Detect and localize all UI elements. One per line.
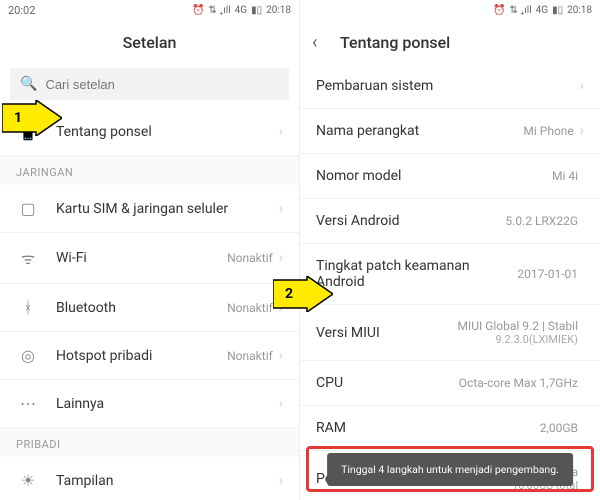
more-icon: ⋯ <box>16 394 40 413</box>
search-bar[interactable]: 🔍 <box>10 68 289 100</box>
status-icons: ⏰ ⇅ ₊ıll 4G ▮▯ 20:18 <box>493 5 592 16</box>
callout-number: 1 <box>14 110 22 126</box>
row-miui-version[interactable]: Versi MIUI MIUI Global 9.2 | Stabil 9.2.… <box>300 305 600 361</box>
header-right: ‹ Tentang ponsel <box>300 20 600 64</box>
value: MIUI Global 9.2 | Stabil 9.2.3.0(LXIMIEK… <box>457 319 578 346</box>
value: Octa-core Max 1,7GHz <box>459 376 578 390</box>
callout-arrow-2: 2 <box>273 276 333 312</box>
battery-icon: ▮▯ <box>552 5 563 16</box>
label: Tentang ponsel <box>56 124 279 140</box>
row-security-patch[interactable]: Tingkat patch keamanan Android 2017-01-0… <box>300 244 600 305</box>
value: Mi 4i <box>552 169 578 183</box>
search-icon: 🔍 <box>20 76 37 92</box>
chevron-right-icon: › <box>279 396 283 412</box>
time: 20:02 <box>8 4 35 17</box>
label: Tampilan <box>56 473 279 489</box>
label: Tingkat patch keamanan Android <box>316 258 517 290</box>
row-system-update[interactable]: Pembaruan sistem › <box>300 64 600 109</box>
label: Versi MIUI <box>316 325 457 341</box>
label: Hotspot pribadi <box>56 348 227 364</box>
status-icons: ⏰ ⇅ ₊ıll 4G ▮▯ 20:18 <box>192 5 291 16</box>
row-wifi[interactable]: ᯤ Wi-Fi Nonaktif › <box>0 233 299 284</box>
value: 2017-01-01 <box>517 267 578 281</box>
page-title: Setelan <box>12 33 287 52</box>
bluetooth-icon: ᚼ <box>16 298 40 317</box>
row-display[interactable]: ☀ Tampilan › <box>0 457 299 500</box>
alarm-icon: ⏰ <box>493 5 505 16</box>
callout-number: 2 <box>285 286 293 302</box>
signal-icon: ⇅ ₊ıll <box>208 5 230 16</box>
row-hotspot[interactable]: ◎ Hotspot pribadi Nonaktif › <box>0 332 299 380</box>
clock: 20:18 <box>266 5 291 16</box>
row-bluetooth[interactable]: ᚼ Bluetooth Nonaktif › <box>0 284 299 332</box>
chevron-right-icon: › <box>580 123 584 139</box>
row-ram[interactable]: RAM 2,00GB <box>300 406 600 451</box>
chevron-right-icon: › <box>279 348 283 364</box>
label: Nomor model <box>316 168 552 184</box>
chevron-right-icon: › <box>580 78 584 94</box>
row-device-name[interactable]: Nama perangkat Mi Phone › <box>300 109 600 154</box>
back-button[interactable]: ‹ <box>312 32 332 53</box>
row-sim[interactable]: ▢ Kartu SIM & jaringan seluler › <box>0 185 299 233</box>
label: Wi-Fi <box>56 250 227 266</box>
hotspot-icon: ◎ <box>16 346 40 365</box>
value-main: MIUI Global 9.2 | Stabil <box>457 319 578 333</box>
header-left: Setelan <box>0 20 299 64</box>
signal-icon: ⇅ ₊ıll <box>509 5 531 16</box>
wifi-icon: ᯤ <box>16 247 40 269</box>
label: Versi Android <box>316 213 505 229</box>
page-title: Tentang ponsel <box>332 33 588 52</box>
phone-right: ⏰ ⇅ ₊ıll 4G ▮▯ 20:18 ‹ Tentang ponsel Pe… <box>300 0 600 500</box>
phone-left: 20:02 ⏰ ⇅ ₊ıll 4G ▮▯ 20:18 Setelan 🔍 📱 T… <box>0 0 300 500</box>
value: Nonaktif <box>227 251 273 265</box>
label: Kartu SIM & jaringan seluler <box>56 201 279 217</box>
row-cpu[interactable]: CPU Octa-core Max 1,7GHz <box>300 361 600 406</box>
search-input[interactable] <box>45 77 279 92</box>
chevron-right-icon: › <box>279 124 283 140</box>
value: Nonaktif <box>227 301 273 315</box>
display-icon: ☀ <box>16 471 40 490</box>
net-label: 4G <box>536 5 548 16</box>
toast-highlight-box <box>306 446 594 492</box>
label: Lainnya <box>56 396 279 412</box>
value-sub: 9.2.3.0(LXIMIEK) <box>457 333 578 346</box>
value: 5.0.2 LRX22G <box>505 214 578 228</box>
sim-icon: ▢ <box>16 199 40 218</box>
clock: 20:18 <box>567 5 592 16</box>
chevron-right-icon: › <box>279 473 283 489</box>
chevron-right-icon: › <box>279 250 283 266</box>
label: Pembaruan sistem <box>316 78 580 94</box>
statusbar-right: ⏰ ⇅ ₊ıll 4G ▮▯ 20:18 <box>300 0 600 20</box>
label: Nama perangkat <box>316 123 523 139</box>
label: RAM <box>316 420 540 436</box>
row-more[interactable]: ⋯ Lainnya › <box>0 380 299 428</box>
row-android-version[interactable]: Versi Android 5.0.2 LRX22G <box>300 199 600 244</box>
statusbar-left: 20:02 ⏰ ⇅ ₊ıll 4G ▮▯ 20:18 <box>0 0 299 20</box>
row-model[interactable]: Nomor model Mi 4i <box>300 154 600 199</box>
label: CPU <box>316 375 459 391</box>
chevron-right-icon: › <box>279 201 283 217</box>
value: Mi Phone <box>523 124 573 138</box>
battery-icon: ▮▯ <box>251 5 262 16</box>
net-label: 4G <box>235 5 247 16</box>
label: Bluetooth <box>56 300 227 316</box>
value: Nonaktif <box>227 349 273 363</box>
alarm-icon: ⏰ <box>192 5 204 16</box>
section-personal: PRIBADI <box>0 428 299 457</box>
value: 2,00GB <box>540 421 578 435</box>
section-network: JARINGAN <box>0 156 299 185</box>
callout-arrow-1: 1 <box>2 100 62 136</box>
